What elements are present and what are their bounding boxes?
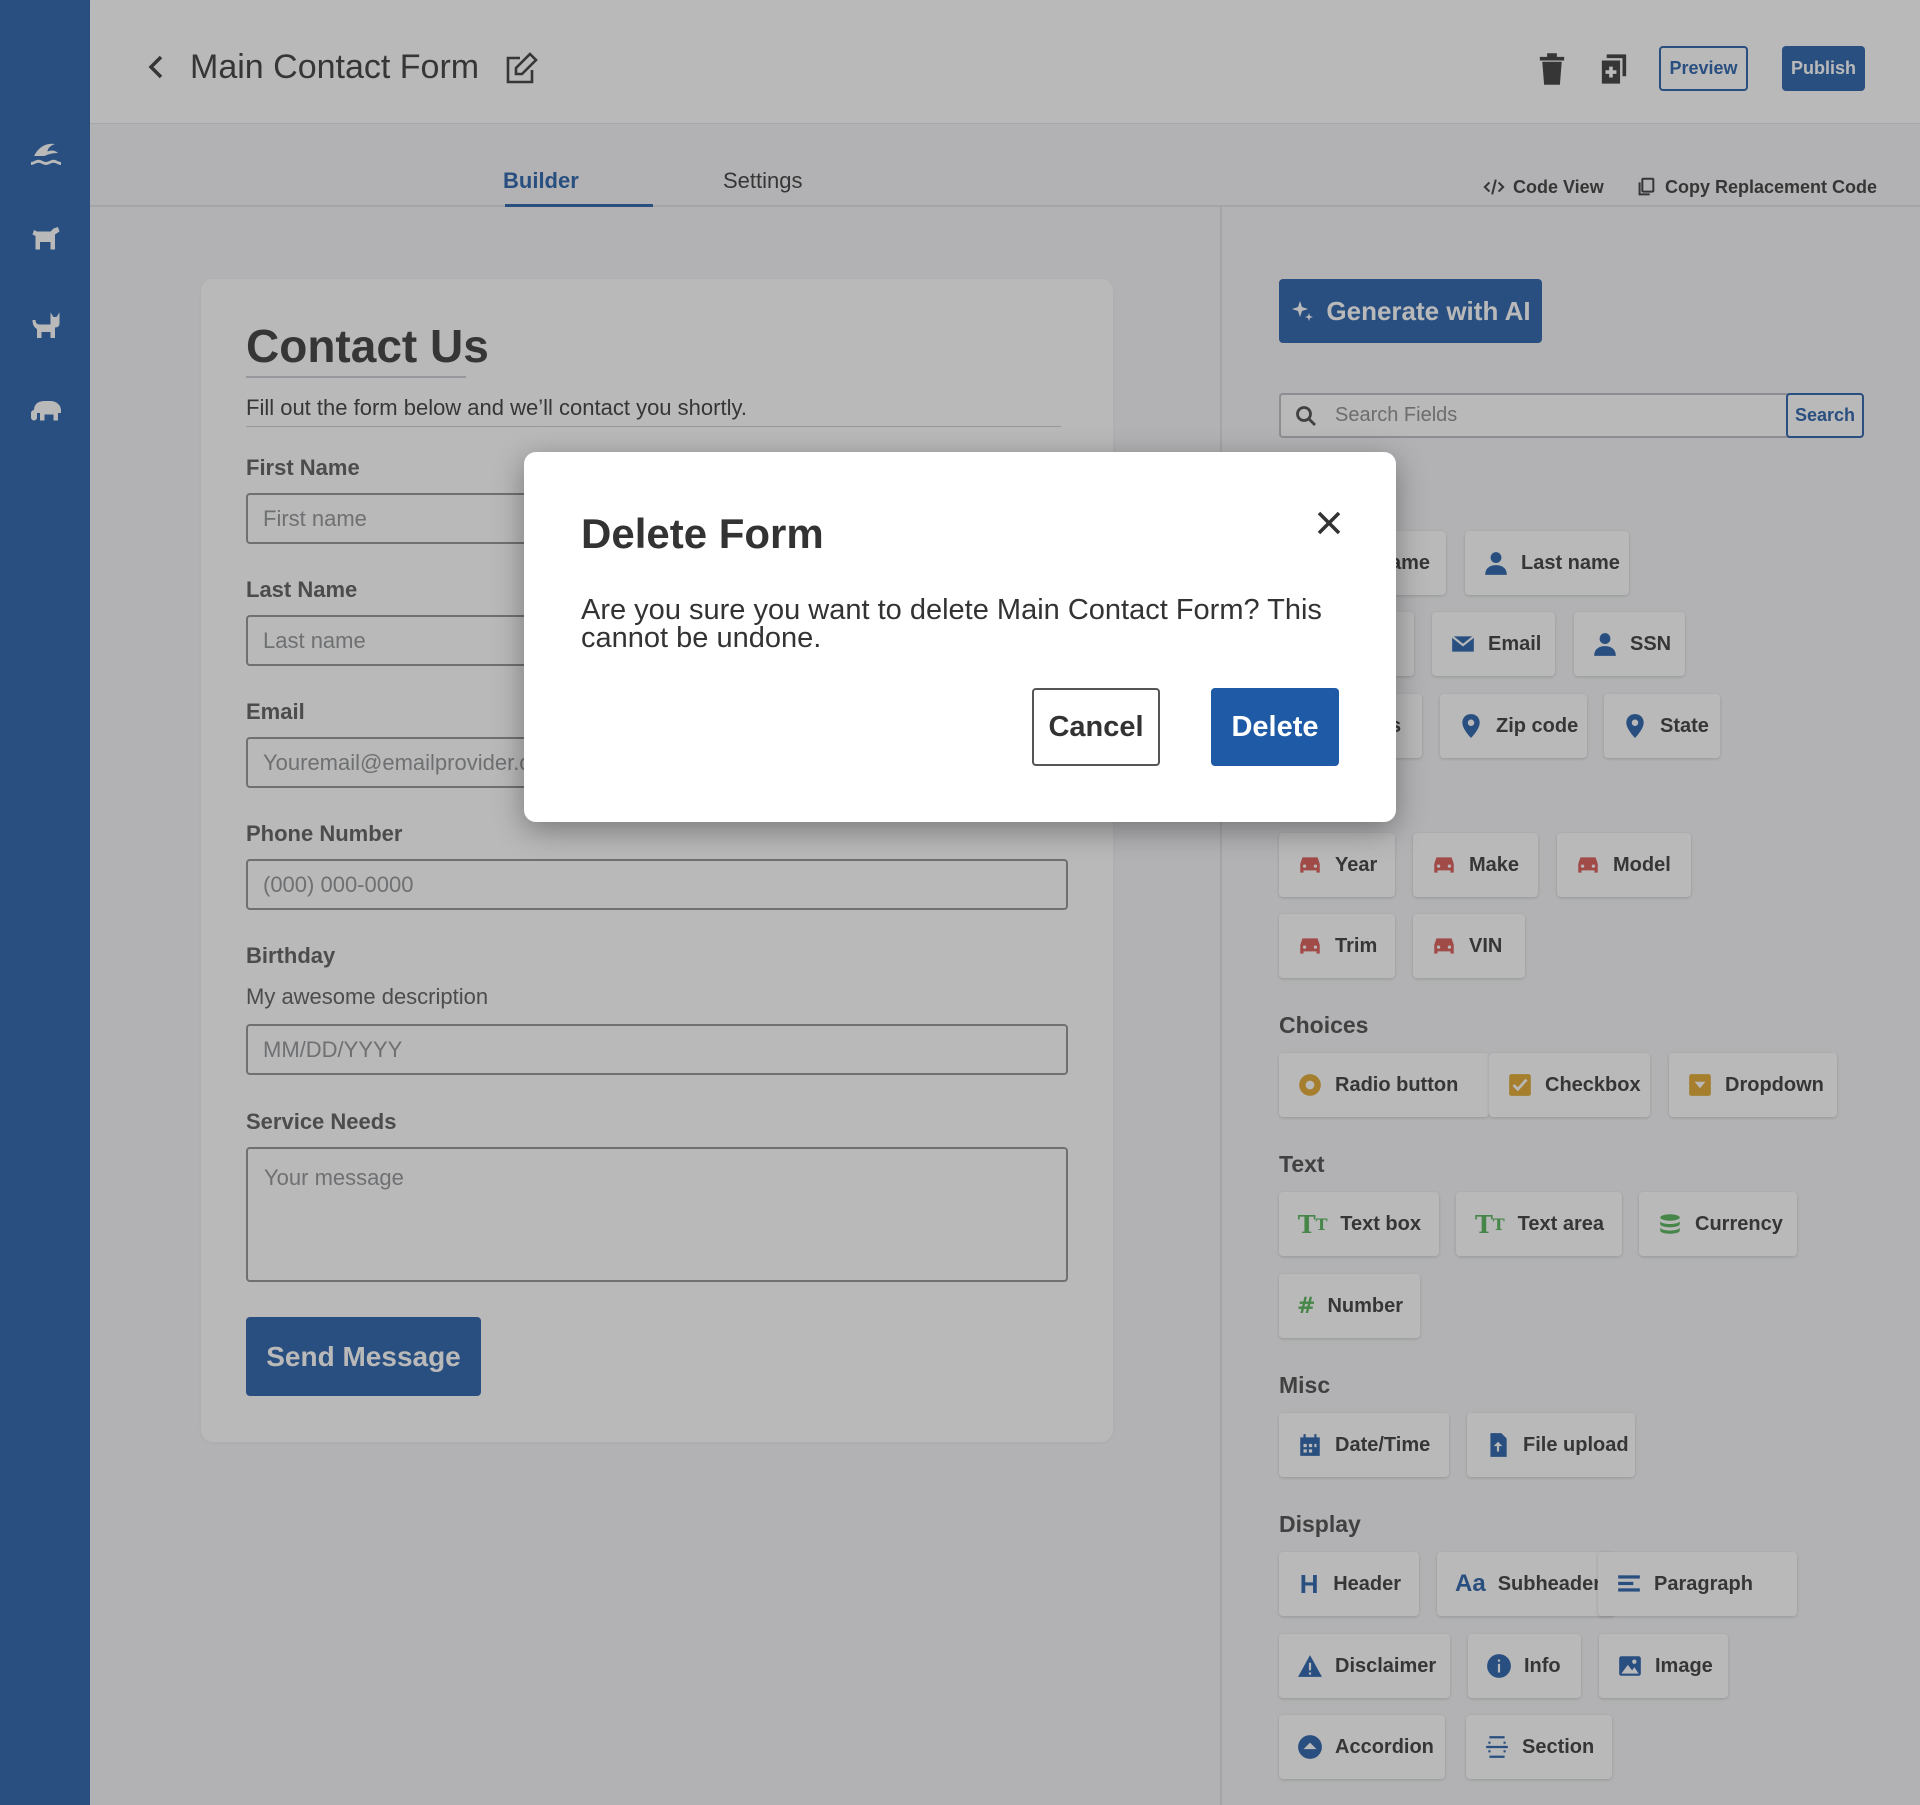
delete-form-dialog: Delete Form Are you sure you want to del… [524, 452, 1396, 822]
delete-button[interactable]: Delete [1211, 688, 1339, 766]
close-icon[interactable] [1314, 508, 1344, 538]
cancel-button[interactable]: Cancel [1032, 688, 1160, 766]
modal-backdrop[interactable] [0, 0, 1920, 1805]
dialog-title: Delete Form [581, 510, 824, 557]
dialog-message: Are you sure you want to delete Main Con… [581, 594, 1322, 654]
